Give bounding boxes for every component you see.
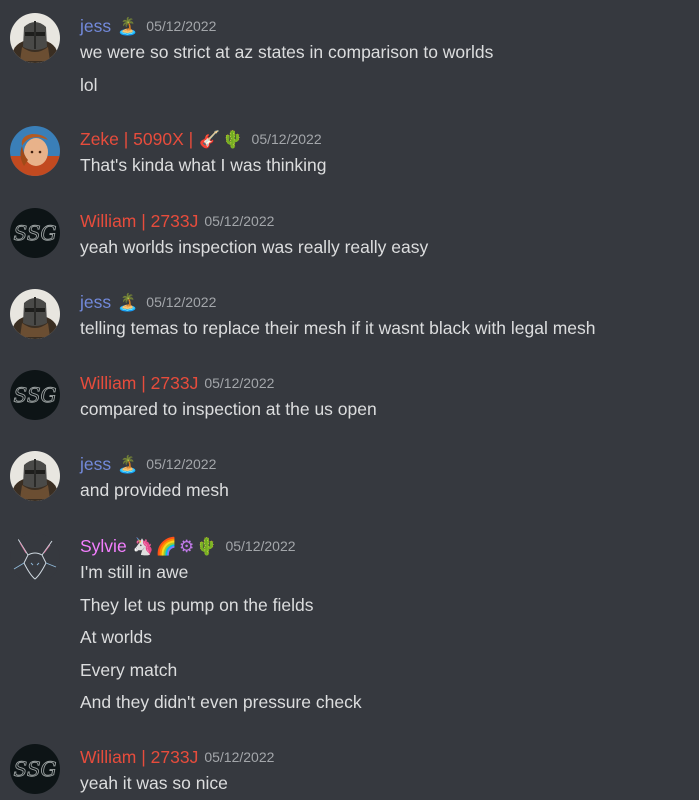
message-header: jess 🏝️ 05/12/2022	[80, 451, 216, 477]
cactus-icon: 🌵	[196, 536, 218, 556]
knight-helmet-avatar-icon[interactable]	[10, 13, 60, 63]
message-header: William | 2733J 05/12/2022	[80, 208, 274, 234]
cactus-icon: 🌵	[222, 129, 244, 149]
username[interactable]: Sylvie	[80, 536, 127, 557]
message-text: and provided mesh	[80, 480, 229, 500]
user-badges: 🏝️	[117, 18, 140, 35]
message-text: yeah worlds inspection was really really…	[80, 237, 429, 257]
beach-umbrella-icon: 🏝️	[117, 292, 139, 312]
username[interactable]: William | 2733J	[80, 211, 198, 232]
message-header: William | 2733J 05/12/2022	[80, 370, 274, 396]
user-badges: 🏝️	[117, 294, 140, 311]
message-header: William | 2733J 05/12/2022	[80, 744, 274, 770]
fox-sketch-avatar-icon[interactable]	[10, 533, 60, 583]
message-header: jess 🏝️ 05/12/2022	[80, 289, 216, 315]
timestamp: 05/12/2022	[225, 538, 296, 554]
unicorn-icon: 🦄	[132, 536, 154, 556]
timestamp: 05/12/2022	[146, 456, 217, 472]
message-text: I'm still in awe	[80, 562, 189, 582]
beach-umbrella-icon: 🏝️	[117, 454, 139, 474]
username[interactable]: William | 2733J	[80, 373, 198, 394]
message-text: Every match	[80, 660, 178, 680]
ssg-logo-avatar-icon[interactable]: SSG	[10, 208, 60, 258]
user-badges: 🏝️	[117, 456, 140, 473]
user-badges: 🦄 🌈 ⚙ 🌵	[133, 538, 220, 555]
message-text: yeah it was so nice	[80, 773, 228, 793]
message-text: we were so strict at az states in compar…	[80, 42, 494, 62]
ssg-logo-avatar-icon[interactable]: SSG	[10, 370, 60, 420]
username[interactable]: William | 2733J	[80, 747, 198, 768]
svg-text:SSG: SSG	[13, 383, 56, 407]
username[interactable]: jess	[80, 292, 111, 313]
username[interactable]: Zeke | 5090X |	[80, 129, 193, 150]
timestamp: 05/12/2022	[251, 131, 322, 147]
username[interactable]: jess	[80, 454, 111, 475]
svg-text:SSG: SSG	[13, 757, 56, 781]
timestamp: 05/12/2022	[146, 294, 217, 310]
rainbow-icon: 🌈	[155, 536, 178, 556]
beach-umbrella-icon: 🏝️	[117, 16, 139, 36]
chat-message-list: jess 🏝️ 05/12/2022 we were so strict at …	[0, 0, 699, 800]
timestamp: 05/12/2022	[146, 18, 217, 34]
message-text: lol	[80, 75, 98, 95]
guitar-icon: 🎸	[199, 129, 221, 149]
timestamp: 05/12/2022	[204, 375, 275, 391]
message-text: They let us pump on the fields	[80, 595, 314, 615]
message-text: telling temas to replace their mesh if i…	[80, 318, 596, 338]
timestamp: 05/12/2022	[204, 213, 275, 229]
username[interactable]: jess	[80, 16, 111, 37]
message-text: That's kinda what I was thinking	[80, 155, 327, 175]
message-header: Sylvie 🦄 🌈 ⚙ 🌵 05/12/2022	[80, 533, 296, 559]
ssg-logo-avatar-icon[interactable]: SSG	[10, 744, 60, 794]
gear-icon: ⚙	[179, 536, 195, 556]
user-badges: 🎸 🌵	[199, 131, 245, 148]
knight-helmet-avatar-icon[interactable]	[10, 289, 60, 339]
person-photo-avatar-icon[interactable]	[10, 126, 60, 176]
message-text: At worlds	[80, 627, 152, 647]
knight-helmet-avatar-icon[interactable]	[10, 451, 60, 501]
svg-text:SSG: SSG	[13, 221, 56, 245]
message-header: Zeke | 5090X | 🎸 🌵 05/12/2022	[80, 126, 322, 152]
timestamp: 05/12/2022	[204, 749, 275, 765]
message-text: And they didn't even pressure check	[80, 692, 362, 712]
message-text: compared to inspection at the us open	[80, 399, 377, 419]
message-header: jess 🏝️ 05/12/2022	[80, 13, 216, 39]
